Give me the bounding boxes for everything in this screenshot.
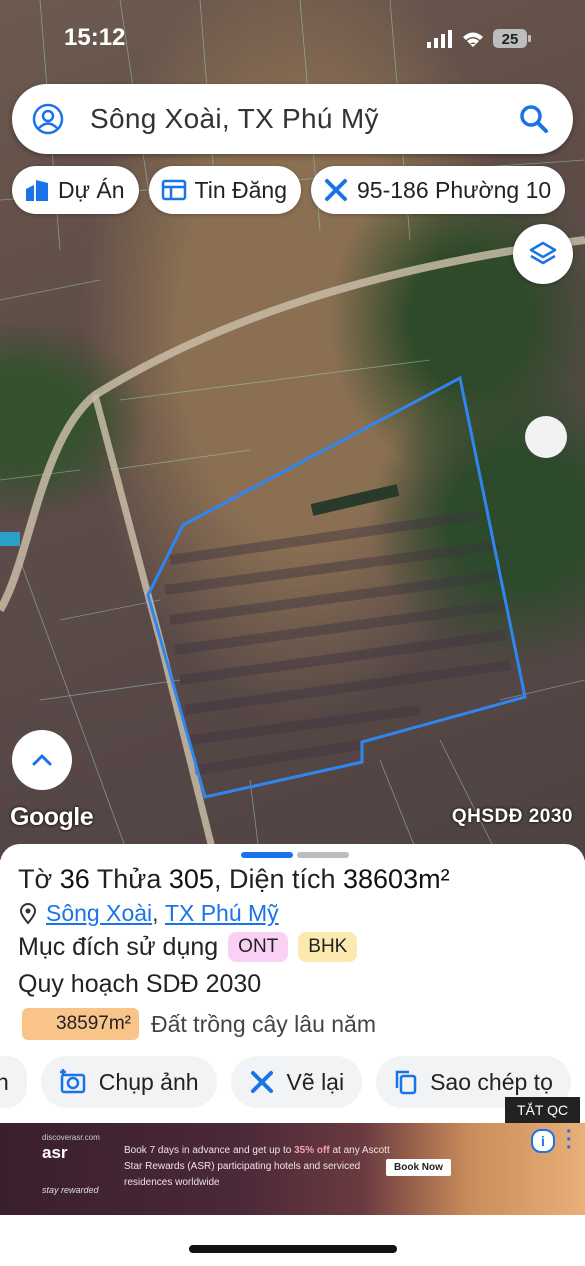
chip-label: Dự Án (58, 176, 125, 203)
floating-handle[interactable] (525, 416, 567, 458)
google-watermark: Google (10, 803, 94, 831)
plan-area-description: Đất trồng cây lâu năm (151, 1010, 377, 1037)
ad-tagline: stay rewarded (42, 1185, 99, 1195)
capture-photo-button[interactable]: Chụp ảnh (40, 1056, 217, 1108)
ruler-cross-icon (325, 179, 348, 201)
expand-up-button[interactable] (12, 730, 72, 790)
ad-brand-logo: asr (42, 1143, 68, 1162)
ad-banner[interactable]: discoverasr.com asr stay rewarded Book 7… (0, 1122, 585, 1215)
search-icon[interactable] (519, 104, 549, 134)
pager-inactive (297, 852, 349, 858)
pager-active (241, 852, 293, 858)
status-icons: 25 (427, 29, 531, 48)
ad-text: Book 7 days in advance and get up to 35%… (124, 1145, 390, 1188)
parcel-location: Sông Xoài, TX Phú Mỹ (18, 900, 279, 927)
sheet-pager[interactable] (241, 852, 349, 858)
battery-level: 25 (502, 31, 519, 48)
action-label: Sao chép tọ (430, 1068, 553, 1095)
home-indicator[interactable] (189, 1245, 397, 1253)
parcel-info-sheet: Tờ 36 Thửa 305, Diện tích 38603m² Sông X… (0, 844, 585, 1124)
action-row: h Chụp ảnh Vẽ lại Sao chép tọ (0, 1056, 571, 1108)
action-label: h (0, 1068, 9, 1095)
clock: 15:12 (64, 24, 126, 51)
action-partial-button[interactable]: h (0, 1056, 27, 1108)
parcel-title: Tờ 36 Thửa 305, Diện tích 38603m² (18, 864, 450, 894)
action-label: Chụp ảnh (98, 1068, 199, 1095)
copy-icon (395, 1070, 417, 1095)
ad-info-icon[interactable]: i (531, 1129, 555, 1153)
listing-icon (161, 179, 186, 201)
search-query[interactable]: Sông Xoài, TX Phú Mỹ (90, 103, 519, 135)
layer-label: QHSDĐ 2030 (451, 806, 573, 827)
layers-button[interactable] (513, 224, 573, 284)
purpose-label: Mục đích sử dụng (18, 932, 219, 961)
search-bar[interactable]: Sông Xoài, TX Phú Mỹ (12, 84, 573, 154)
parcel-area: 38603m² (343, 864, 450, 894)
layers-icon (529, 241, 557, 265)
building-icon (26, 180, 48, 201)
status-bar: 15:12 25 (0, 0, 585, 76)
land-use-purpose: Mục đích sử dụng ONT BHK (18, 932, 358, 962)
sheet-number: 36 (59, 864, 90, 894)
plan-label: Quy hoạch SDĐ 2030 (18, 970, 262, 998)
chip-du-an[interactable]: Dự Án (12, 166, 139, 214)
redraw-icon (250, 1071, 273, 1093)
filter-chips: Dự Án Tin Đăng 95-186 Phường 10 (12, 166, 566, 214)
ad-brand-top: discoverasr.com (42, 1133, 100, 1142)
chip-label: 95-186 Phường 10 (357, 176, 552, 203)
close-ad-button[interactable]: TẮT QC (505, 1097, 581, 1123)
ad-more-icon[interactable]: · · · (566, 1122, 573, 1158)
chip-tin-dang[interactable]: Tin Đăng (148, 166, 302, 214)
town-link[interactable]: TX Phú Mỹ (165, 900, 279, 927)
camera-icon (59, 1069, 86, 1094)
tag-bhk[interactable]: BHK (298, 932, 358, 962)
plan-area-value: 38597m² (22, 1008, 139, 1040)
tag-ont[interactable]: ONT (228, 932, 289, 962)
home-indicator-area (0, 1215, 585, 1266)
parcel-number: 305 (168, 864, 214, 894)
ward-link[interactable]: Sông Xoài (46, 900, 152, 927)
chip-label: Tin Đăng (194, 176, 288, 203)
plan-area-row: 38597m² Đất trồng cây lâu năm (22, 1008, 376, 1040)
ad-cta-button[interactable]: Book Now (386, 1159, 451, 1176)
redraw-button[interactable]: Vẽ lại (230, 1056, 363, 1108)
chevron-up-icon (32, 754, 52, 766)
action-label: Vẽ lại (286, 1068, 345, 1095)
location-separator: , (152, 900, 159, 926)
location-pin-icon (19, 902, 37, 925)
user-icon[interactable] (32, 103, 64, 135)
chip-ward[interactable]: 95-186 Phường 10 (311, 166, 566, 214)
